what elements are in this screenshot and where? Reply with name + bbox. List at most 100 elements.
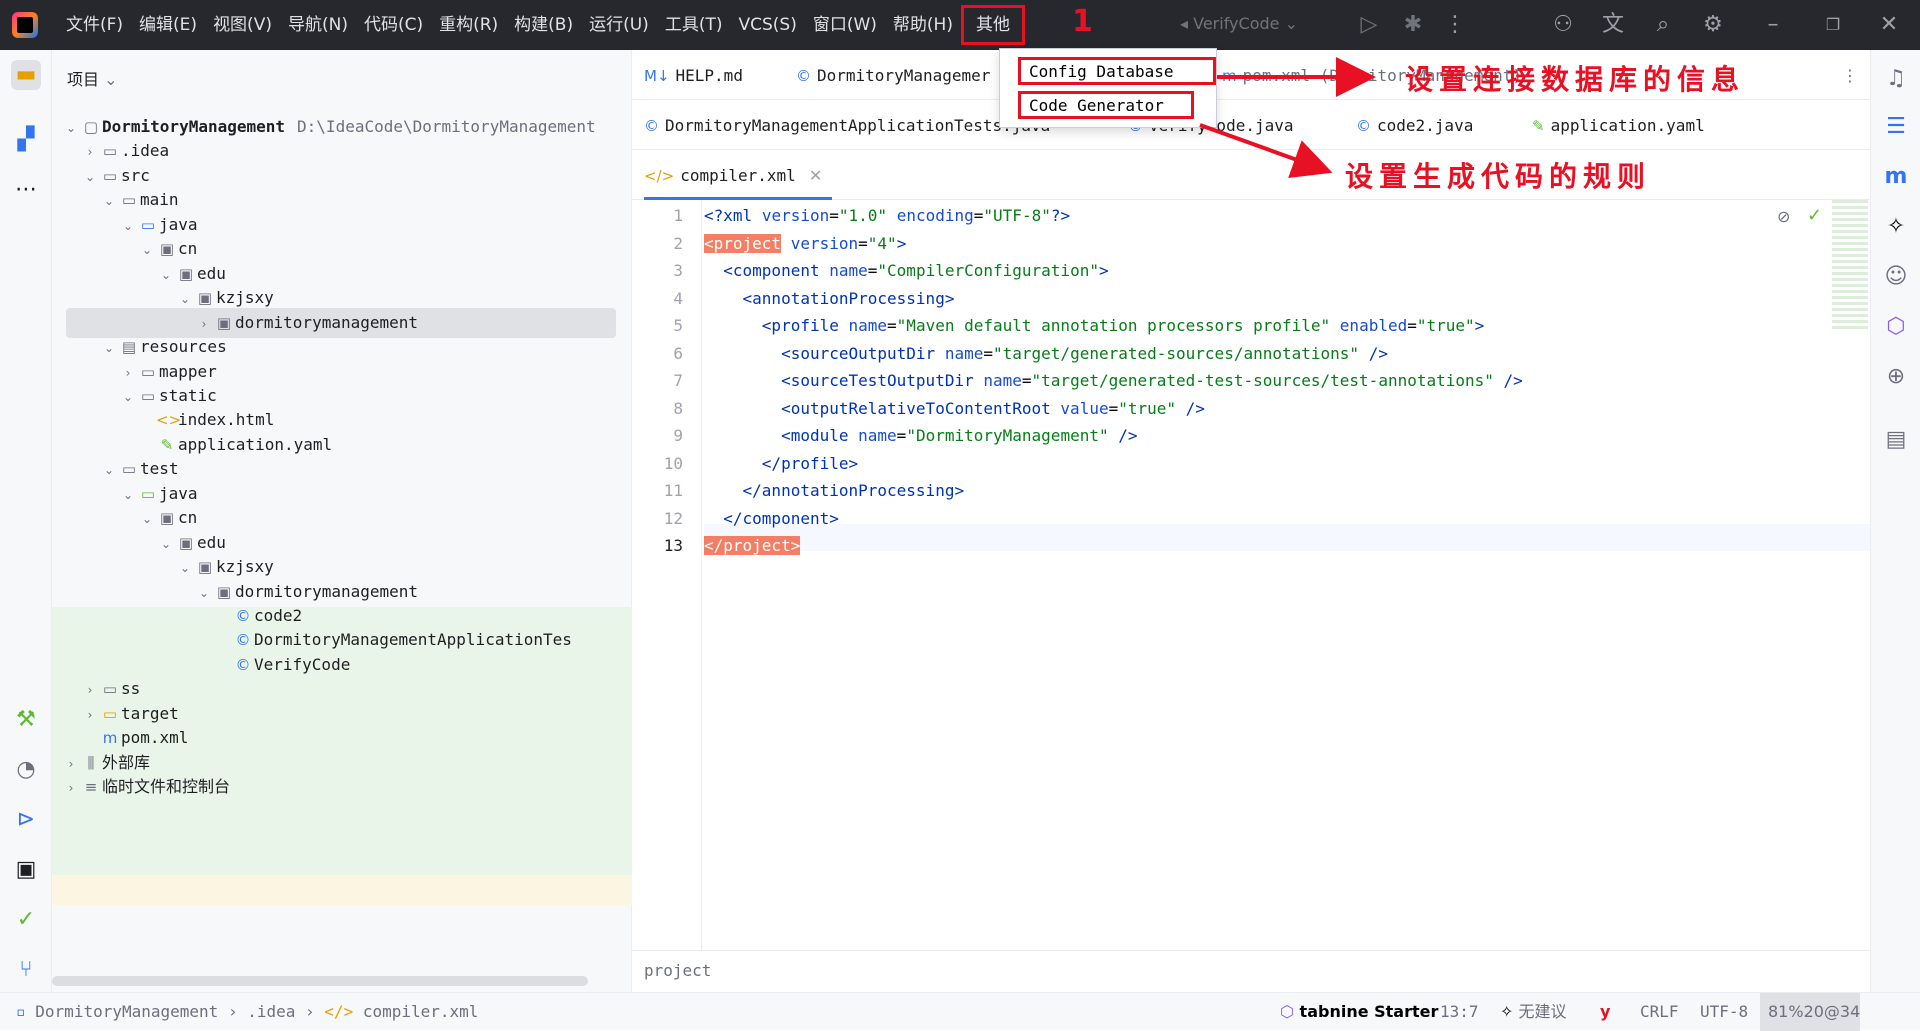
tree-node-label: cn [178, 239, 198, 259]
chevron-down-icon: ⌄ [104, 70, 118, 89]
menu-window[interactable]: 窗口(W) [805, 0, 885, 50]
line-separator[interactable]: CRLF [1640, 993, 1679, 1031]
y-plugin-icon[interactable]: y [1600, 993, 1610, 1031]
code-line[interactable]: <annotationProcessing> [704, 285, 955, 312]
tree-node-label: code2 [254, 606, 303, 625]
user-icon[interactable]: ⚇ [1550, 12, 1576, 38]
profiler-icon[interactable]: ◔ [11, 755, 41, 785]
reader-mode-icon[interactable]: ⊘ [1777, 207, 1790, 226]
editor-breadcrumb-bar: project [632, 950, 1870, 992]
tab-row-3: </> compiler.xml ✕ [632, 150, 1870, 200]
current-line-highlight [704, 524, 1870, 551]
translate-icon[interactable]: 文 [1600, 12, 1626, 38]
terminal-icon[interactable]: ▣ [11, 855, 41, 885]
menu-vcs[interactable]: VCS(S) [730, 0, 804, 50]
code-line[interactable]: <sourceTestOutputDir name="target/genera… [704, 367, 1523, 394]
menu-other[interactable]: 其他 [960, 5, 1025, 45]
run-icon[interactable]: ▷ [1356, 12, 1382, 38]
more-actions-icon[interactable]: ⋮ [1442, 12, 1468, 38]
tab-code2[interactable]: © code2.java [1356, 100, 1473, 150]
editor-breadcrumb[interactable]: project [644, 961, 711, 980]
tab-help-md[interactable]: M↓ HELP.md [644, 50, 743, 100]
notifications-bell-icon[interactable]: ♫ [1881, 64, 1911, 94]
code-line[interactable]: <project version="4"> [704, 230, 906, 257]
menu-file[interactable]: 文件(F) [58, 0, 131, 50]
menu-tools[interactable]: 工具(T) [657, 0, 731, 50]
menu-edit[interactable]: 编辑(E) [131, 0, 205, 50]
tabs-menu-icon[interactable]: ⋮ [1842, 50, 1858, 100]
restore-icon[interactable]: ❐ [1820, 12, 1846, 38]
scratch-icon: ≡ [84, 778, 98, 797]
tree-node-label: DormitoryManagement [102, 117, 286, 136]
menu-code[interactable]: 代码(C) [356, 0, 431, 50]
text-panel-icon[interactable]: ▤ [1881, 425, 1911, 455]
code-line[interactable]: </project> [704, 532, 801, 559]
tab-dormitory-management[interactable]: © DormitoryManagemer [796, 50, 990, 100]
tabnine-icon[interactable]: ✧ [1881, 212, 1911, 242]
build-hammer-icon[interactable]: ⚒ [11, 705, 41, 735]
code-generator-item[interactable]: Code Generator [1018, 91, 1194, 119]
cursor-position[interactable]: 13:7 [1440, 993, 1479, 1031]
settings-gear-icon[interactable]: ⚙ [1700, 12, 1726, 38]
tab-compiler-xml[interactable]: </> compiler.xml ✕ [644, 150, 833, 200]
search-icon[interactable]: ⌕ [1650, 12, 1676, 38]
code-line[interactable]: <profile name="Maven default annotation … [704, 312, 1485, 339]
xml-icon: </> [324, 1002, 354, 1021]
code-line[interactable]: <sourceOutputDir name="target/generated-… [704, 340, 1388, 367]
menu-build[interactable]: 构建(B) [506, 0, 581, 50]
code-line[interactable]: <outputRelativeToContentRoot value="true… [704, 395, 1205, 422]
more-tools-icon[interactable]: ⋯ [11, 175, 41, 205]
problems-check-icon[interactable]: ✓ [11, 905, 41, 935]
database-icon[interactable]: ☰ [1881, 112, 1911, 142]
close-tab-icon[interactable]: ✕ [809, 166, 822, 185]
horizontal-scrollbar[interactable] [52, 976, 588, 986]
project-tool-icon[interactable]: ▬ [11, 60, 41, 90]
tree-node-label: java [159, 483, 198, 503]
plugin-hex-icon[interactable]: ⬡ [1881, 312, 1911, 342]
code-line[interactable]: </component> [704, 505, 839, 532]
chevron-right-icon[interactable]: › [62, 773, 80, 802]
services-icon[interactable]: ⊳ [11, 805, 41, 835]
close-icon[interactable]: ✕ [1876, 12, 1902, 38]
tab-row-2: © DormitoryManagementApplicationTests.jav… [632, 100, 1870, 150]
menu-refactor[interactable]: 重构(R) [431, 0, 506, 50]
copilot-icon[interactable]: ☺ [1881, 262, 1911, 292]
minimap[interactable] [1832, 200, 1868, 330]
tab-application-tests[interactable]: © DormitoryManagementApplicationTests.jav… [644, 100, 1050, 150]
debug-icon[interactable]: ✱ [1400, 12, 1426, 38]
no-problems-check-icon[interactable]: ✓ [1807, 205, 1822, 226]
annotation-db-info: 设置连接数据库的信息 [1405, 63, 1746, 96]
suggestions-status[interactable]: ✧ 无建议 [1500, 993, 1567, 1031]
menu-navigate[interactable]: 导航(N) [280, 0, 356, 50]
code-line[interactable]: </annotationProcessing> [704, 477, 965, 504]
structure-tool-icon[interactable]: ▞ [11, 125, 41, 155]
status-breadcrumb[interactable]: ▫ DormitoryManagement › .idea › </> comp… [16, 993, 478, 1031]
menu-run[interactable]: 运行(U) [581, 0, 657, 50]
watermark-text: 81%20@34流溪地C [1760, 993, 1860, 1031]
tree-node-label: main [140, 190, 179, 210]
intellij-logo-icon[interactable] [12, 12, 38, 38]
maven-icon[interactable]: m [1881, 162, 1911, 192]
code-line[interactable]: <?xml version="1.0" encoding="UTF-8"?> [704, 202, 1070, 229]
code-line[interactable]: </profile> [704, 450, 858, 477]
code-line[interactable]: <component name="CompilerConfiguration"> [704, 257, 1108, 284]
minimize-icon[interactable]: – [1760, 12, 1786, 38]
tabnine-status[interactable]: ⬡ tabnine Starter [1280, 993, 1438, 1031]
menu-help[interactable]: 帮助(H) [885, 0, 961, 50]
line-number: 6 [673, 343, 683, 363]
menu-view[interactable]: 视图(V) [205, 0, 280, 50]
git-icon[interactable]: ⑂ [11, 955, 41, 985]
file-encoding[interactable]: UTF-8 [1700, 993, 1748, 1031]
tab-application-yaml[interactable]: ✎ application.yaml [1532, 100, 1705, 150]
globe-icon[interactable]: ⊕ [1881, 362, 1911, 392]
config-database-item[interactable]: Config Database [1018, 57, 1216, 85]
run-config-selector[interactable]: ◂ VerifyCode ⌄ [1180, 14, 1298, 33]
project-panel-header[interactable]: 项目 ⌄ [67, 66, 118, 90]
error-highlight: </project> [704, 536, 801, 555]
code-line[interactable]: <module name="DormitoryManagement" /> [704, 422, 1137, 449]
main-menu: 文件(F) 编辑(E) 视图(V) 导航(N) 代码(C) 重构(R) 构建(B… [58, 0, 1025, 50]
title-bar: 文件(F) 编辑(E) 视图(V) 导航(N) 代码(C) 重构(R) 构建(B… [0, 0, 1920, 50]
tree-node-label: dormitorymanagement [235, 581, 419, 601]
tree-node-label: resources [140, 337, 227, 357]
tree-node[interactable]: › ≡ 临时文件和控制台 [52, 772, 632, 802]
